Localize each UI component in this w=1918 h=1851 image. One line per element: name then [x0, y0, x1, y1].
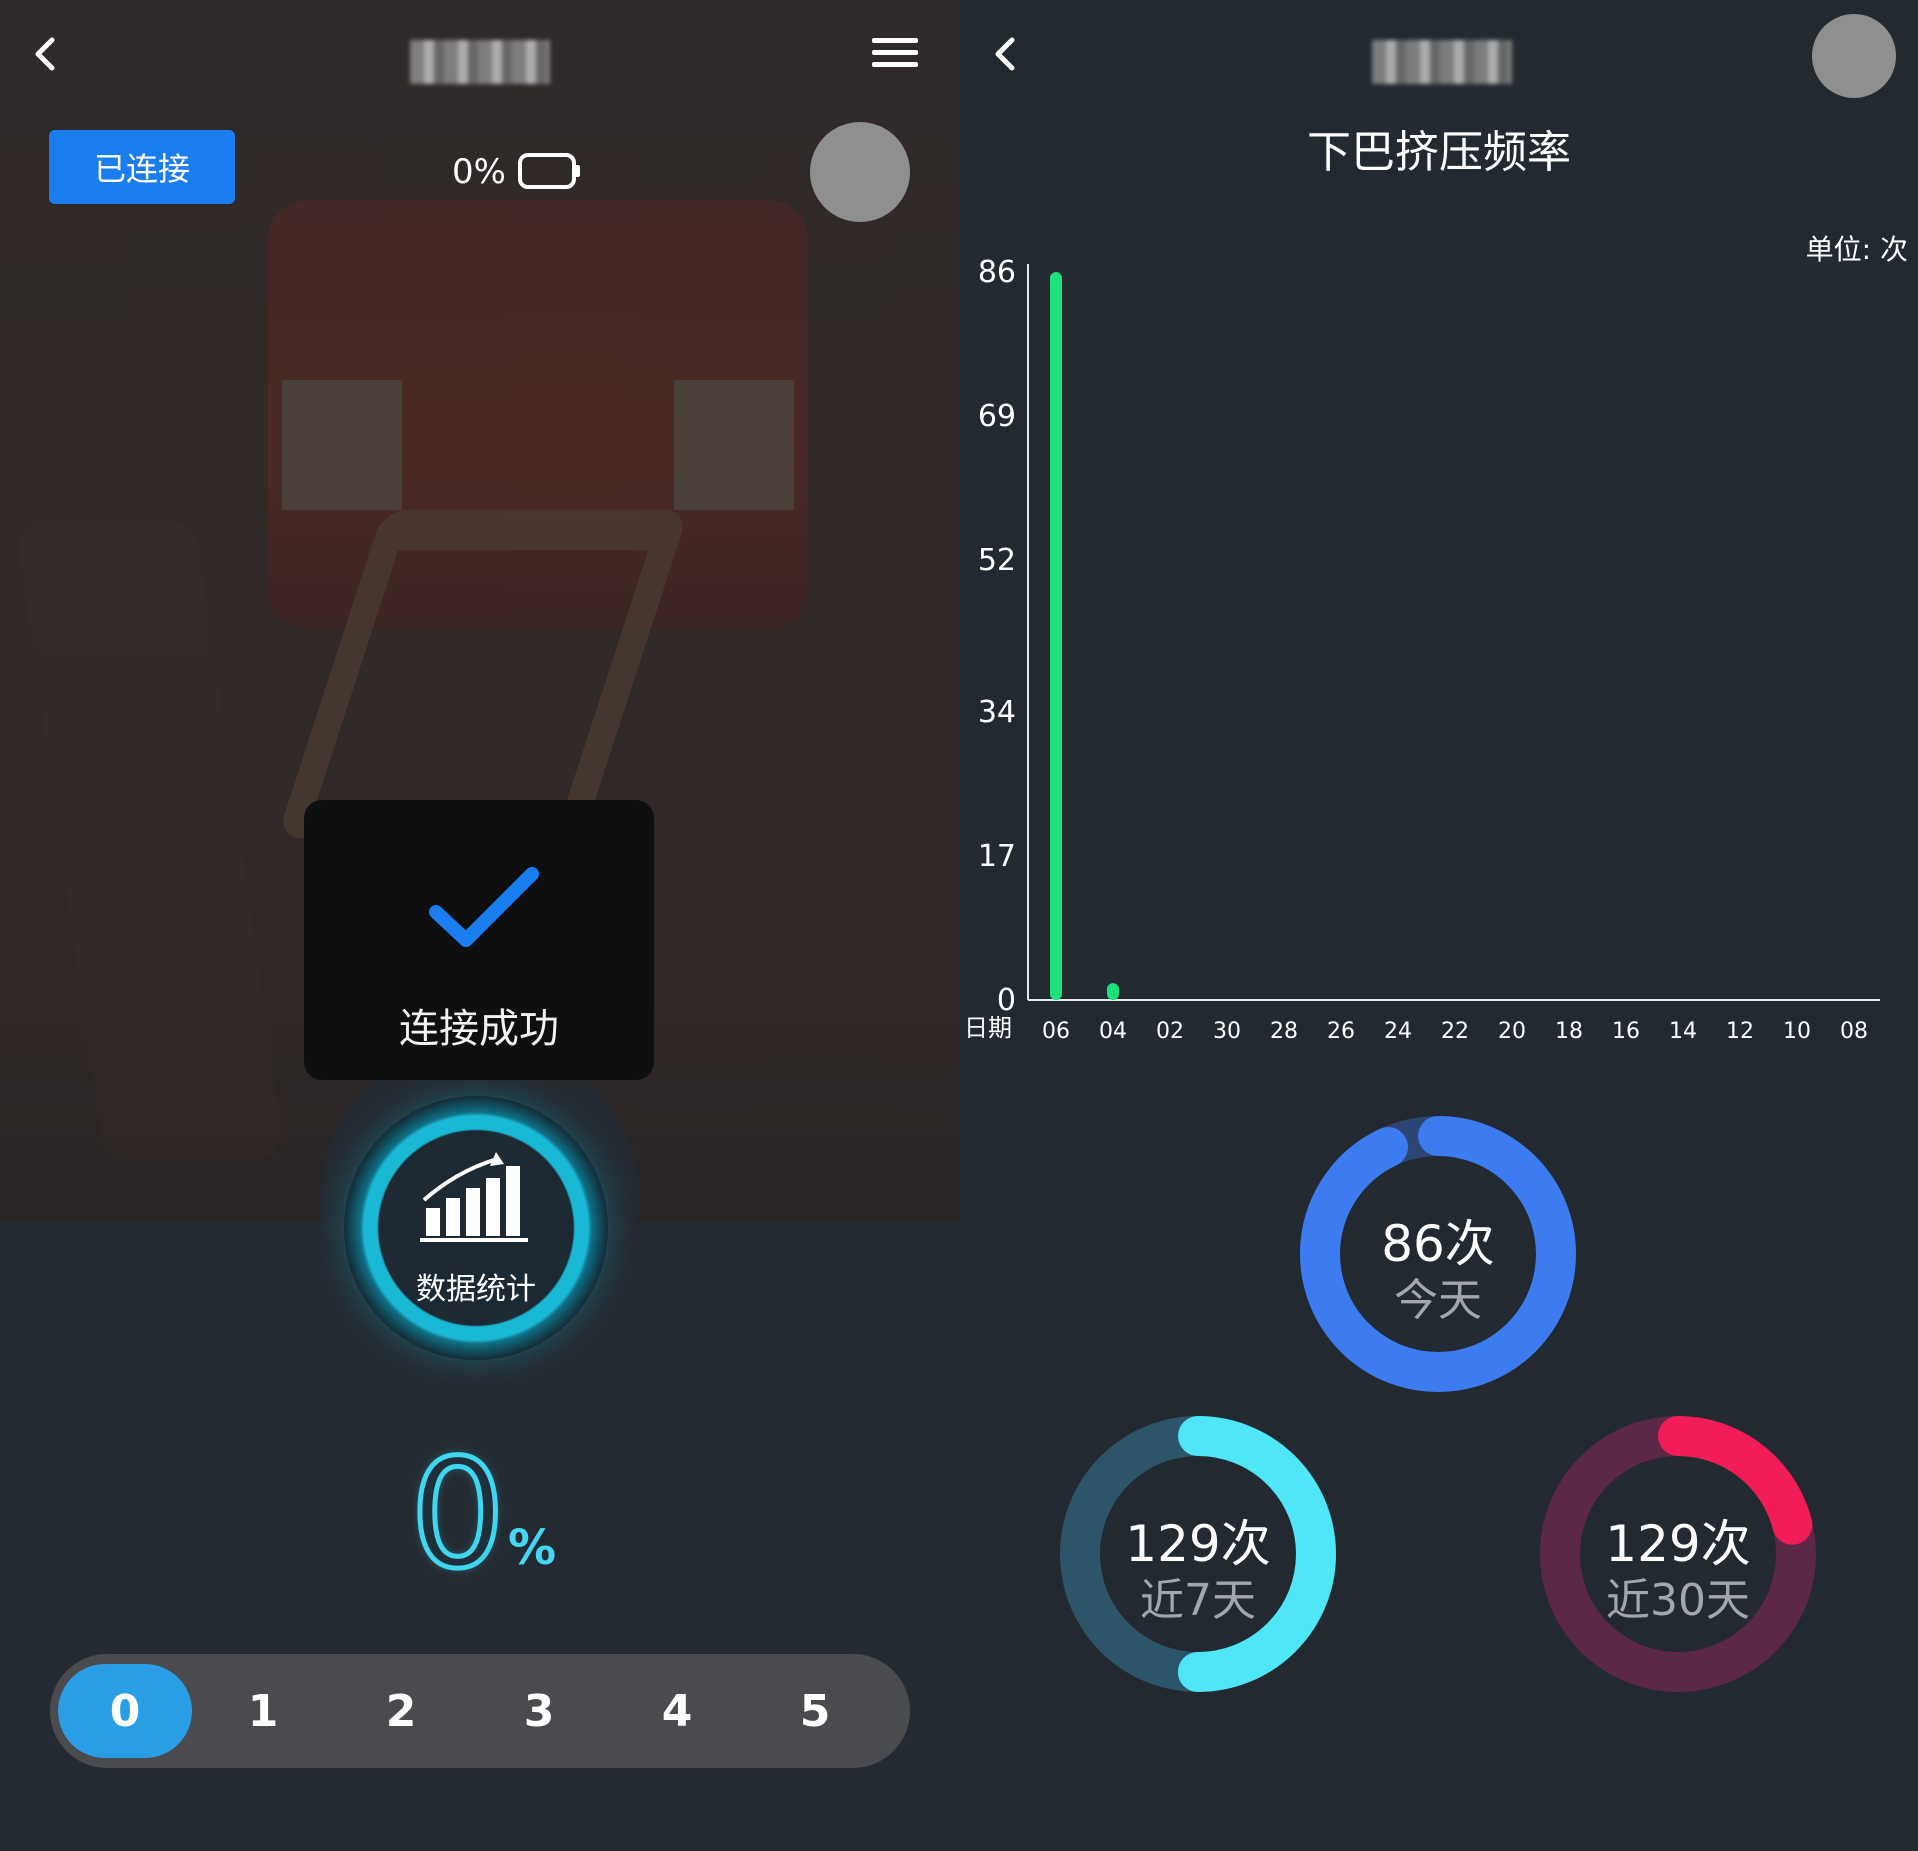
device-control-screen: 已连接 0% 数据统计 连接成功 0 % 0 1 2 3 4 5 [0, 0, 960, 1851]
month-count-label: 近30天 [1606, 1575, 1750, 1626]
level-selector: 0 1 2 3 4 5 [50, 1654, 910, 1768]
frequency-bar-chart: 0 17 34 52 69 86 日期 06 04 02 30 28 26 24 22 20 18 16 14 12 1… [964, 255, 1880, 1044]
today-count-label: 今天 [1394, 1275, 1482, 1326]
y-tick-label: 34 [978, 695, 1016, 730]
x-axis-title: 日期 [964, 1014, 1012, 1042]
avatar[interactable] [810, 122, 910, 222]
level-option[interactable]: 5 [748, 1664, 882, 1758]
app-title-pixelated [410, 40, 550, 84]
level-option[interactable]: 3 [472, 1664, 606, 1758]
current-intensity-unit: % [508, 1520, 557, 1576]
y-tick-label: 69 [978, 399, 1016, 434]
y-tick-label: 86 [978, 255, 1016, 290]
x-tick-label: 08 [1840, 1019, 1868, 1044]
chart-title: 下巴挤压频率 [1307, 127, 1571, 178]
bar [1107, 983, 1119, 1000]
level-option[interactable]: 0 [58, 1664, 192, 1758]
x-tick-label: 30 [1213, 1019, 1241, 1044]
week-count-label: 近7天 [1140, 1575, 1256, 1626]
x-tick-label: 14 [1669, 1019, 1697, 1044]
x-tick-label: 02 [1156, 1019, 1184, 1044]
connected-status-button[interactable]: 已连接 [49, 130, 235, 204]
data-stats-label: 数据统计 [416, 1272, 536, 1307]
avatar[interactable] [1812, 14, 1896, 98]
checkmark-icon [429, 867, 539, 947]
x-tick-label: 16 [1612, 1019, 1640, 1044]
x-tick-label: 22 [1441, 1019, 1469, 1044]
level-option[interactable]: 4 [610, 1664, 744, 1758]
level-option[interactable]: 2 [334, 1664, 468, 1758]
x-tick-label: 26 [1327, 1019, 1355, 1044]
data-stats-button[interactable]: 数据统计 [344, 1096, 608, 1360]
current-intensity-value: 0 [407, 1428, 507, 1602]
connection-success-toast: 连接成功 [304, 800, 654, 1080]
level-option[interactable]: 1 [196, 1664, 330, 1758]
menu-icon[interactable] [872, 38, 918, 74]
bar [1050, 272, 1062, 1000]
back-chevron-icon[interactable] [986, 34, 1026, 74]
y-tick-label: 17 [978, 839, 1016, 874]
x-tick-label: 10 [1783, 1019, 1811, 1044]
y-tick-label: 0 [997, 983, 1016, 1018]
toast-message: 连接成功 [399, 1006, 559, 1052]
x-tick-label: 04 [1099, 1019, 1127, 1044]
y-tick-label: 52 [978, 543, 1016, 578]
month-count-ring: 129次 近30天 [1540, 1416, 1816, 1692]
x-tick-label: 18 [1555, 1019, 1583, 1044]
statistics-screen: 下巴挤压频率 单位: 次 0 17 34 52 69 86 日期 06 04 02 30 28 26 24… [960, 0, 1918, 1851]
x-tick-label: 20 [1498, 1019, 1526, 1044]
app-title-pixelated [1372, 40, 1512, 84]
back-chevron-icon[interactable] [26, 34, 66, 74]
x-tick-label: 24 [1384, 1019, 1412, 1044]
battery-icon [518, 153, 580, 189]
x-tick-label: 06 [1042, 1019, 1070, 1044]
today-count-ring: 86次 今天 [1300, 1116, 1576, 1392]
bar-chart-icon [420, 1152, 528, 1242]
x-tick-label: 12 [1726, 1019, 1754, 1044]
week-count-ring: 129次 近7天 [1060, 1416, 1336, 1692]
battery-percent: 0% [452, 152, 506, 192]
x-tick-label: 28 [1270, 1019, 1298, 1044]
